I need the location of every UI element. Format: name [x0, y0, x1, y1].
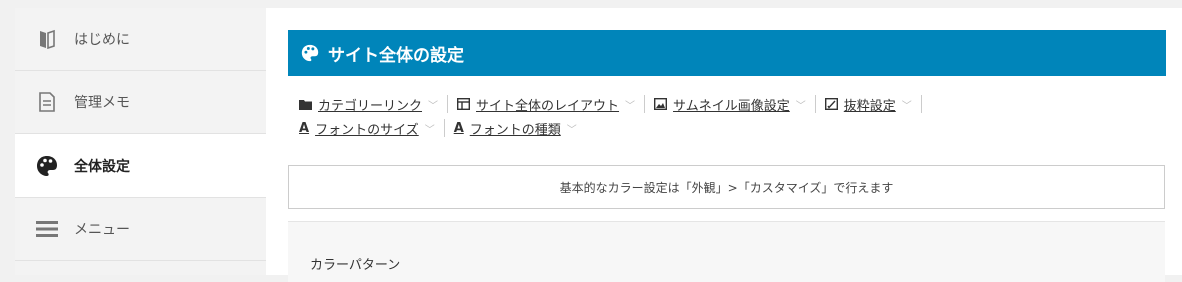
- divider: [447, 95, 449, 113]
- page-title: サイト全体の設定: [328, 45, 464, 66]
- chevron-down-icon: ﹀: [428, 100, 439, 112]
- color-pattern-section: カラーパターン: [288, 221, 1165, 282]
- sidebar-item-label: 全体設定: [74, 158, 130, 175]
- sidebar: はじめに 管理メモ 全体設定 メニュー: [15, 8, 266, 275]
- link-category[interactable]: カテゴリーリンク ﹀: [299, 95, 438, 114]
- sidebar-item-menu[interactable]: メニュー: [15, 198, 266, 261]
- sidebar-item-intro[interactable]: はじめに: [15, 8, 266, 71]
- link-excerpt[interactable]: 抜粋設定 ﹀: [824, 95, 912, 114]
- notice-box: 基本的なカラー設定は「外観」>「カスタマイズ」で行えます: [288, 165, 1165, 209]
- edit-icon: [824, 98, 838, 110]
- font-icon: A: [299, 120, 310, 136]
- link-thumbnail[interactable]: サムネイル画像設定 ﹀: [654, 95, 806, 114]
- sidebar-item-label: メニュー: [74, 222, 130, 238]
- image-icon: [654, 98, 668, 110]
- link-font-size[interactable]: A フォントのサイズ ﹀: [299, 119, 435, 138]
- menu-icon: [36, 218, 58, 240]
- divider: [814, 95, 816, 113]
- divider: [443, 119, 445, 137]
- link-layout[interactable]: サイト全体のレイアウト ﹀: [457, 95, 635, 114]
- main-panel: サイト全体の設定 カテゴリーリンク ﹀ サイト全体のレイアウト ﹀ サムネイル画…: [266, 8, 1182, 282]
- sidebar-item-label: 管理メモ: [74, 95, 130, 111]
- section-header: サイト全体の設定: [288, 30, 1166, 76]
- sidebar-item-label: はじめに: [74, 32, 130, 48]
- palette-icon: [36, 155, 58, 177]
- link-font-family[interactable]: A フォントの種類 ﹀: [454, 119, 577, 138]
- chevron-down-icon: ﹀: [625, 100, 636, 112]
- palette-icon: [301, 44, 319, 62]
- chevron-down-icon: ﹀: [566, 124, 577, 136]
- chevron-down-icon: ﹀: [795, 100, 806, 112]
- sidebar-item-memo[interactable]: 管理メモ: [15, 71, 266, 134]
- chevron-down-icon: ﹀: [424, 124, 435, 136]
- notice-text: 基本的なカラー設定は「外観」>「カスタマイズ」で行えます: [559, 180, 894, 195]
- divider: [920, 95, 922, 113]
- folder-icon: [299, 99, 312, 110]
- bookmark-icon: [36, 28, 58, 50]
- section-title: カラーパターン: [310, 258, 401, 273]
- divider: [644, 95, 646, 113]
- font-icon: A: [453, 120, 464, 136]
- layout-icon: [457, 98, 471, 110]
- chevron-down-icon: ﹀: [901, 100, 912, 112]
- sidebar-item-settings[interactable]: 全体設定: [15, 134, 266, 198]
- document-icon: [36, 91, 58, 113]
- settings-links: カテゴリーリンク ﹀ サイト全体のレイアウト ﹀ サムネイル画像設定 ﹀ 抜粋設…: [299, 92, 1159, 140]
